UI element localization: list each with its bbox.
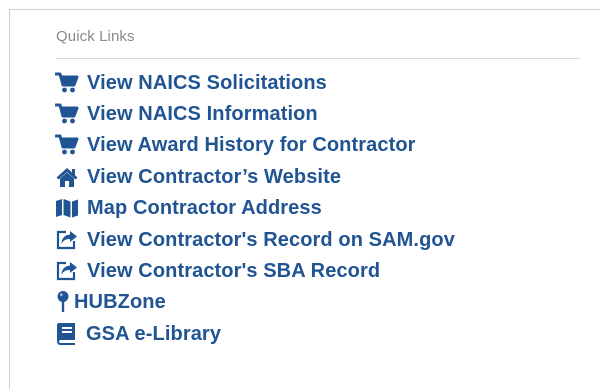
link-naics-information[interactable]: View NAICS Information (55, 101, 318, 127)
link-hubzone[interactable]: HUBZone (55, 289, 166, 315)
shopping-cart-icon (55, 71, 79, 95)
map-pin-icon (55, 290, 71, 314)
link-naics-solicitations[interactable]: View NAICS Solicitations (55, 70, 327, 96)
shopping-cart-icon (55, 102, 79, 126)
link-gsa-elibrary[interactable]: GSA e-Library (54, 321, 221, 347)
link-label: GSA e-Library (86, 322, 222, 345)
link-label: View NAICS Information (87, 102, 318, 125)
link-label: HUBZone (74, 290, 166, 313)
link-label: View Award History for Contractor (87, 133, 416, 156)
link-label: View Contractor’s Website (87, 165, 342, 188)
link-label: View Contractor's Record on SAM.gov (87, 228, 455, 251)
link-label: View NAICS Solicitations (87, 71, 327, 94)
link-sam-record[interactable]: View Contractor's Record on SAM.gov (55, 227, 455, 253)
quick-links-list: View NAICS Solicitations View NAICS Info… (0, 0, 600, 385)
shopping-cart-icon (55, 133, 79, 157)
link-award-history[interactable]: View Award History for Contractor (55, 132, 416, 158)
link-map-address[interactable]: Map Contractor Address (55, 195, 322, 221)
share-icon (55, 259, 79, 283)
link-contractor-website[interactable]: View Contractor’s Website (55, 164, 341, 190)
link-sba-record[interactable]: View Contractor's SBA Record (55, 258, 380, 284)
link-label: View Contractor's SBA Record (87, 259, 381, 282)
share-icon (55, 228, 79, 252)
home-icon (55, 165, 79, 189)
map-icon (55, 196, 79, 220)
link-label: Map Contractor Address (87, 196, 322, 219)
book-icon (54, 322, 78, 346)
